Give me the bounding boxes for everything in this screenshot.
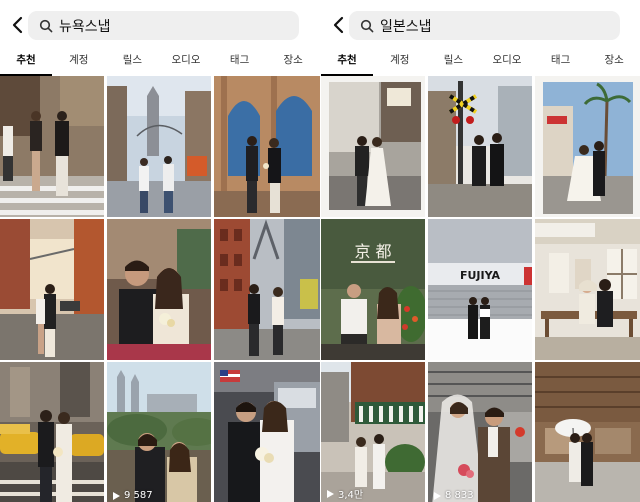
grid-tile[interactable] xyxy=(0,219,104,360)
veil-couple-photo xyxy=(428,362,532,502)
grid-tile[interactable] xyxy=(535,362,640,502)
view-count-text: 8 833 xyxy=(445,490,474,501)
search-query[interactable]: 일본스냅 xyxy=(380,16,432,36)
street-couple-photo xyxy=(0,76,104,217)
central-park-couple-photo xyxy=(107,362,211,502)
grid-tile[interactable] xyxy=(214,362,320,502)
blue-arch-couple-photo xyxy=(214,76,320,217)
tab-recommended[interactable]: 추천 xyxy=(0,50,52,76)
grid-tile[interactable] xyxy=(0,362,104,502)
tab-places[interactable]: 장소 xyxy=(266,50,320,76)
left-panel: 뉴욕스냅 추천 계정 릴스 오디오 태그 장소 9 587 xyxy=(0,0,320,502)
grid-tile[interactable] xyxy=(0,76,104,217)
grid-tile[interactable]: 9 587 xyxy=(107,362,211,502)
top-bar: 일본스냅 xyxy=(321,0,640,50)
market-street-photo xyxy=(321,362,425,502)
brooklyn-street-photo xyxy=(0,219,104,360)
tab-audio[interactable]: 오디오 xyxy=(480,50,534,76)
tab-accounts[interactable]: 계정 xyxy=(373,50,427,76)
grid-tile[interactable] xyxy=(214,219,320,360)
tab-bar: 추천 계정 릴스 오디오 태그 장소 xyxy=(0,50,320,76)
grid-tile[interactable]: 8 833 xyxy=(428,362,532,502)
japanese-house-photo xyxy=(535,219,640,360)
grid-tile[interactable] xyxy=(535,219,640,360)
view-count: 8 833 xyxy=(432,490,474,501)
grid-tile[interactable]: 京 都 xyxy=(321,219,425,360)
back-arrow-icon xyxy=(12,16,23,34)
grid-tile[interactable] xyxy=(535,76,640,217)
palm-street-photo xyxy=(535,76,640,217)
grid-tile[interactable] xyxy=(107,76,211,217)
top-bar: 뉴욕스냅 xyxy=(0,0,320,50)
grid-tile[interactable]: FUJIYA xyxy=(428,219,532,360)
search-field[interactable]: 뉴욕스냅 xyxy=(28,11,299,40)
right-panel: 일본스냅 추천 계정 릴스 오디오 태그 장소 京 都 FUJIYA 3,4만 … xyxy=(320,0,640,502)
view-count-text: 3,4만 xyxy=(338,490,364,501)
play-icon xyxy=(113,491,120,500)
fujiya-snow-photo: FUJIYA xyxy=(428,219,532,360)
subway-wedding-photo xyxy=(214,362,320,502)
grid-tile[interactable] xyxy=(428,76,532,217)
kyoto-sign-photo: 京 都 xyxy=(321,219,425,360)
tab-accounts[interactable]: 계정 xyxy=(52,50,106,76)
couple-closeup-photo xyxy=(107,219,211,360)
grid-tile[interactable]: 3,4만 xyxy=(321,362,425,502)
grid-tile[interactable] xyxy=(107,219,211,360)
search-field[interactable]: 일본스냅 xyxy=(349,11,620,40)
view-count-text: 9 587 xyxy=(124,490,153,501)
tab-tags[interactable]: 태그 xyxy=(534,50,588,76)
play-icon xyxy=(327,489,334,498)
tab-places[interactable]: 장소 xyxy=(587,50,640,76)
play-icon xyxy=(434,491,441,500)
photo-grid: 9 587 xyxy=(0,76,320,502)
back-arrow-icon xyxy=(333,16,344,34)
photo-grid: 京 都 FUJIYA 3,4만 8 833 xyxy=(321,76,640,502)
umbrella-couple-photo xyxy=(535,362,640,502)
tab-reels[interactable]: 릴스 xyxy=(427,50,481,76)
kyoto-sign-text: 京 都 xyxy=(354,242,391,261)
view-count: 3,4만 xyxy=(325,486,363,501)
search-icon xyxy=(356,15,378,37)
view-count: 9 587 xyxy=(111,490,153,501)
red-building-couple-photo xyxy=(214,219,320,360)
fujiya-sign-text: FUJIYA xyxy=(460,269,501,282)
taxi-couple-photo xyxy=(0,362,104,502)
tab-audio[interactable]: 오디오 xyxy=(159,50,213,76)
tab-tags[interactable]: 태그 xyxy=(213,50,267,76)
railway-crossing-photo xyxy=(428,76,532,217)
grid-tile[interactable] xyxy=(214,76,320,217)
tab-reels[interactable]: 릴스 xyxy=(106,50,160,76)
japan-street-couple-photo xyxy=(321,76,425,217)
tab-recommended[interactable]: 추천 xyxy=(321,50,373,76)
search-query[interactable]: 뉴욕스냅 xyxy=(59,16,111,36)
grid-tile[interactable] xyxy=(321,76,425,217)
tab-bar: 추천 계정 릴스 오디오 태그 장소 xyxy=(321,50,640,76)
search-icon xyxy=(35,15,57,37)
bridge-couple-photo xyxy=(107,76,211,217)
